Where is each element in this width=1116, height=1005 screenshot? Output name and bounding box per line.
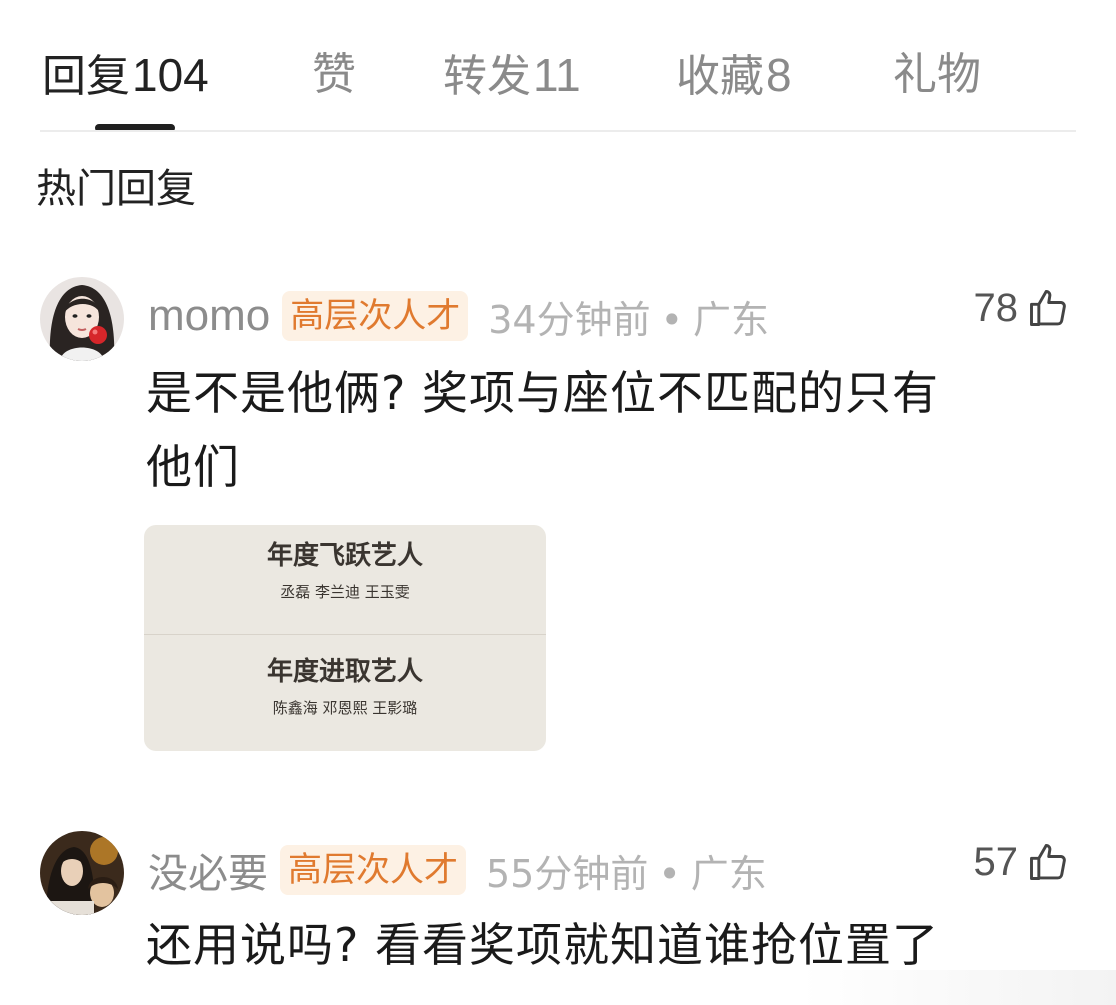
- like-count: 78: [973, 285, 1019, 330]
- user-badge: 高层次人才: [282, 291, 469, 341]
- separator-dot: •: [658, 851, 681, 896]
- tab-reposts-count: 11: [533, 49, 581, 101]
- award-block: 年度飞跃艺人 丞磊 李兰迪 王玉雯: [144, 541, 546, 601]
- timestamp-location: 55分钟前 • 广东: [486, 843, 767, 898]
- comment-text-line: 是不是他俩? 奖项与座位不匹配的只有: [146, 366, 940, 420]
- thumbs-up-icon: [1030, 844, 1066, 880]
- section-title-hot-replies: 热门回复: [36, 166, 196, 212]
- award-names: 陈鑫海 邓恩熙 王影璐: [272, 699, 418, 717]
- comment-meta: momo 高层次人才 34分钟前 • 广东: [148, 286, 769, 346]
- timestamp-location: 34分钟前 • 广东: [488, 289, 769, 344]
- avatar-image: [40, 277, 124, 361]
- tab-favorites[interactable]: 收藏8: [676, 48, 792, 104]
- avatar-image: [40, 831, 124, 915]
- timestamp: 34分钟前: [488, 297, 651, 342]
- user-badge: 高层次人才: [280, 845, 466, 895]
- avatar[interactable]: [40, 831, 124, 915]
- tab-reposts-label: 转发: [443, 51, 531, 102]
- tab-replies-count: 104: [132, 49, 209, 101]
- avatar[interactable]: [40, 277, 124, 361]
- award-block: 年度进取艺人 陈鑫海 邓恩熙 王影璐: [144, 657, 546, 717]
- username[interactable]: momo: [148, 291, 270, 341]
- comment-text-line: 他们: [146, 440, 240, 494]
- award-title: 年度飞跃艺人: [266, 541, 423, 571]
- thumbs-up-icon: [1030, 290, 1066, 326]
- bottom-fade: [800, 970, 1116, 1005]
- timestamp: 55分钟前: [486, 851, 649, 896]
- comment-text: 还用说吗? 看看奖项就知道谁抢位置了: [146, 918, 1046, 972]
- image-divider: [144, 634, 546, 635]
- tab-gifts-label: 礼物: [893, 49, 981, 100]
- tab-gifts[interactable]: 礼物: [893, 48, 981, 102]
- tab-replies[interactable]: 回复104: [42, 48, 209, 104]
- username[interactable]: 没必要: [148, 841, 268, 899]
- location: 广东: [690, 851, 767, 896]
- tab-likes[interactable]: 赞: [312, 48, 356, 102]
- comment-meta: 没必要 高层次人才 55分钟前 • 广东: [148, 840, 767, 900]
- location: 广东: [693, 297, 770, 342]
- tab-divider: [40, 130, 1076, 132]
- tab-reposts[interactable]: 转发11: [443, 48, 581, 104]
- like-button[interactable]: 78: [974, 278, 1071, 338]
- tab-likes-label: 赞: [312, 49, 356, 100]
- comment-text-line: 还用说吗? 看看奖项就知道谁抢位置了: [146, 918, 940, 972]
- like-count: 57: [973, 839, 1019, 884]
- like-button[interactable]: 57: [974, 832, 1071, 892]
- comment-text: 是不是他俩? 奖项与座位不匹配的只有 他们: [146, 366, 1046, 494]
- tab-favorites-count: 8: [766, 49, 792, 101]
- comment-tabs: 回复104 赞 转发11 收藏8 礼物: [0, 0, 1116, 132]
- separator-dot: •: [660, 297, 684, 342]
- award-names: 丞磊 李兰迪 王玉雯: [280, 583, 410, 601]
- award-title: 年度进取艺人: [266, 657, 423, 687]
- tab-favorites-label: 收藏: [676, 51, 764, 102]
- comment-attached-image[interactable]: 年度飞跃艺人 丞磊 李兰迪 王玉雯 年度进取艺人 陈鑫海 邓恩熙 王影璐: [144, 525, 546, 751]
- tab-replies-label: 回复: [42, 51, 130, 102]
